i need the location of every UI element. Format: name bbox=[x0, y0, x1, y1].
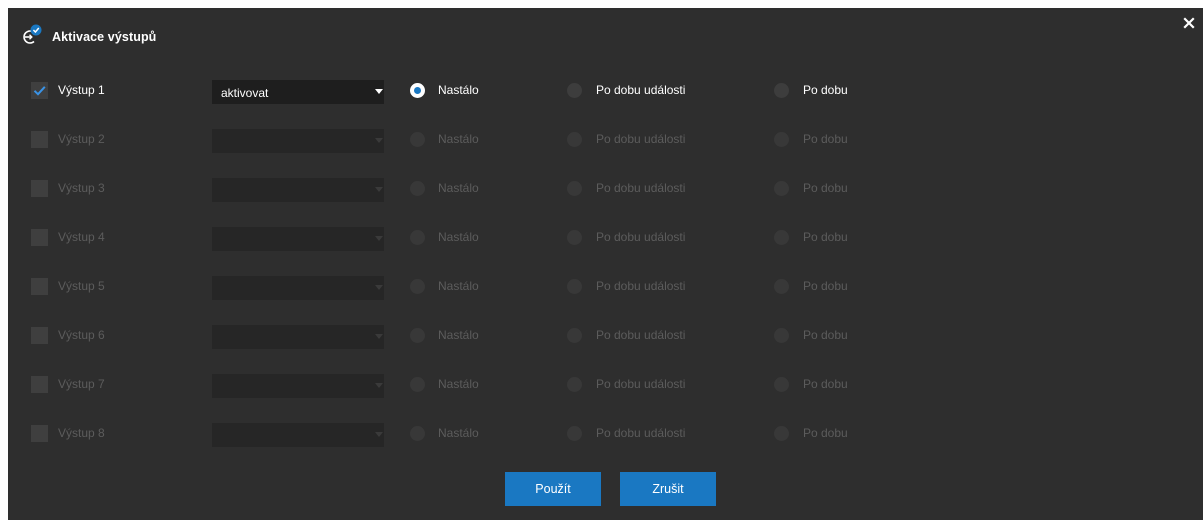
output-4-label: Výstup 4 bbox=[58, 230, 105, 244]
apply-button[interactable]: Použít bbox=[505, 472, 601, 506]
output-2-mode-event-duration-radio[interactable] bbox=[567, 132, 582, 147]
output-row-7: Výstup 7 Nastálo Po dobu události Po dobu bbox=[8, 374, 908, 398]
output-activation-icon bbox=[22, 24, 42, 46]
output-2-label: Výstup 2 bbox=[58, 132, 105, 146]
output-7-checkbox[interactable] bbox=[31, 376, 48, 393]
output-5-mode-event-duration-label: Po dobu události bbox=[596, 279, 686, 293]
chevron-down-icon bbox=[375, 236, 383, 241]
output-3-mode-permanent-label: Nastálo bbox=[438, 181, 479, 195]
output-2-mode-permanent-radio[interactable] bbox=[410, 132, 425, 147]
output-3-label: Výstup 3 bbox=[58, 181, 105, 195]
output-6-checkbox[interactable] bbox=[31, 327, 48, 344]
output-1-mode-duration-radio[interactable] bbox=[774, 83, 789, 98]
chevron-down-icon bbox=[375, 383, 383, 388]
output-row-8: Výstup 8 Nastálo Po dobu události Po dobu bbox=[8, 423, 908, 447]
output-2-checkbox[interactable] bbox=[31, 131, 48, 148]
output-6-mode-event-duration-radio[interactable] bbox=[567, 328, 582, 343]
output-7-action-select[interactable] bbox=[212, 374, 384, 398]
output-row-4: Výstup 4 Nastálo Po dobu události Po dobu bbox=[8, 227, 908, 251]
output-1-mode-event-duration-label: Po dobu události bbox=[596, 83, 686, 97]
output-5-action-select[interactable] bbox=[212, 276, 384, 300]
output-7-label: Výstup 7 bbox=[58, 377, 105, 391]
output-2-action-select[interactable] bbox=[212, 129, 384, 153]
output-1-checkbox[interactable] bbox=[31, 82, 48, 99]
output-8-mode-event-duration-label: Po dobu události bbox=[596, 426, 686, 440]
chevron-down-icon bbox=[375, 334, 383, 339]
dialog-title: Aktivace výstupů bbox=[52, 30, 157, 44]
output-5-mode-duration-label: Po dobu bbox=[803, 279, 848, 293]
chevron-down-icon bbox=[375, 89, 383, 94]
output-3-action-select[interactable] bbox=[212, 178, 384, 202]
output-5-mode-permanent-radio[interactable] bbox=[410, 279, 425, 294]
output-2-mode-duration-label: Po dobu bbox=[803, 132, 848, 146]
output-4-mode-duration-label: Po dobu bbox=[803, 230, 848, 244]
output-1-action-select[interactable]: aktivovat bbox=[212, 80, 384, 104]
chevron-down-icon bbox=[375, 138, 383, 143]
output-6-action-select[interactable] bbox=[212, 325, 384, 349]
output-3-mode-duration-label: Po dobu bbox=[803, 181, 848, 195]
output-7-mode-duration-label: Po dobu bbox=[803, 377, 848, 391]
output-3-mode-permanent-radio[interactable] bbox=[410, 181, 425, 196]
output-5-checkbox[interactable] bbox=[31, 278, 48, 295]
close-icon[interactable] bbox=[1182, 16, 1196, 30]
output-5-mode-permanent-label: Nastálo bbox=[438, 279, 479, 293]
output-3-mode-event-duration-radio[interactable] bbox=[567, 181, 582, 196]
output-4-mode-duration-radio[interactable] bbox=[774, 230, 789, 245]
output-2-mode-permanent-label: Nastálo bbox=[438, 132, 479, 146]
output-6-mode-event-duration-label: Po dobu události bbox=[596, 328, 686, 342]
output-3-mode-event-duration-label: Po dobu události bbox=[596, 181, 686, 195]
output-5-label: Výstup 5 bbox=[58, 279, 105, 293]
output-8-checkbox[interactable] bbox=[31, 425, 48, 442]
chevron-down-icon bbox=[375, 187, 383, 192]
output-4-mode-permanent-label: Nastálo bbox=[438, 230, 479, 244]
output-6-mode-duration-label: Po dobu bbox=[803, 328, 848, 342]
output-7-mode-event-duration-radio[interactable] bbox=[567, 377, 582, 392]
output-8-label: Výstup 8 bbox=[58, 426, 105, 440]
output-4-action-select[interactable] bbox=[212, 227, 384, 251]
output-2-mode-duration-radio[interactable] bbox=[774, 132, 789, 147]
output-7-mode-permanent-radio[interactable] bbox=[410, 377, 425, 392]
output-4-mode-permanent-radio[interactable] bbox=[410, 230, 425, 245]
output-1-mode-event-duration-radio[interactable] bbox=[567, 83, 582, 98]
output-6-label: Výstup 6 bbox=[58, 328, 105, 342]
output-8-action-select[interactable] bbox=[212, 423, 384, 447]
chevron-down-icon bbox=[375, 432, 383, 437]
output-row-5: Výstup 5 Nastálo Po dobu události Po dobu bbox=[8, 276, 908, 300]
output-8-mode-permanent-label: Nastálo bbox=[438, 426, 479, 440]
chevron-down-icon bbox=[375, 285, 383, 290]
output-3-checkbox[interactable] bbox=[31, 180, 48, 197]
output-row-2: Výstup 2 Nastálo Po dobu události Po dobu bbox=[8, 129, 908, 153]
output-6-mode-duration-radio[interactable] bbox=[774, 328, 789, 343]
output-1-action-value: aktivovat bbox=[221, 86, 269, 100]
output-8-mode-permanent-radio[interactable] bbox=[410, 426, 425, 441]
output-7-mode-permanent-label: Nastálo bbox=[438, 377, 479, 391]
output-row-1: Výstup 1 aktivovat Nastálo Po dobu události… bbox=[8, 80, 908, 104]
output-5-mode-event-duration-radio[interactable] bbox=[567, 279, 582, 294]
cancel-button[interactable]: Zrušit bbox=[620, 472, 716, 506]
output-8-mode-duration-radio[interactable] bbox=[774, 426, 789, 441]
output-1-label: Výstup 1 bbox=[58, 83, 105, 97]
output-1-mode-duration-label: Po dobu bbox=[803, 83, 848, 97]
output-4-mode-event-duration-radio[interactable] bbox=[567, 230, 582, 245]
output-6-mode-permanent-radio[interactable] bbox=[410, 328, 425, 343]
output-1-mode-permanent-label: Nastálo bbox=[438, 83, 479, 97]
output-activation-dialog: Aktivace výstupů Výstup 1 aktivovat Nastál… bbox=[8, 8, 1203, 520]
output-5-mode-duration-radio[interactable] bbox=[774, 279, 789, 294]
output-6-mode-permanent-label: Nastálo bbox=[438, 328, 479, 342]
output-row-6: Výstup 6 Nastálo Po dobu události Po dobu bbox=[8, 325, 908, 349]
output-1-mode-permanent-radio[interactable] bbox=[410, 83, 425, 98]
title-bar: Aktivace výstupů bbox=[8, 8, 1203, 58]
output-2-mode-event-duration-label: Po dobu události bbox=[596, 132, 686, 146]
output-7-mode-duration-radio[interactable] bbox=[774, 377, 789, 392]
output-8-mode-duration-label: Po dobu bbox=[803, 426, 848, 440]
output-8-mode-event-duration-radio[interactable] bbox=[567, 426, 582, 441]
output-row-3: Výstup 3 Nastálo Po dobu události Po dobu bbox=[8, 178, 908, 202]
output-3-mode-duration-radio[interactable] bbox=[774, 181, 789, 196]
output-7-mode-event-duration-label: Po dobu události bbox=[596, 377, 686, 391]
output-4-mode-event-duration-label: Po dobu události bbox=[596, 230, 686, 244]
output-4-checkbox[interactable] bbox=[31, 229, 48, 246]
